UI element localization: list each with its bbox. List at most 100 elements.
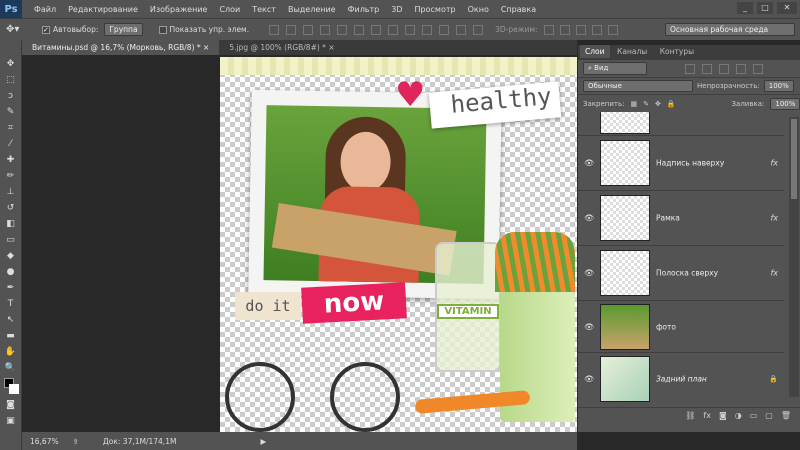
link-layers-icon[interactable]: ⛓: [685, 411, 695, 420]
3d-rotate-icon[interactable]: [543, 24, 554, 35]
type-tool-icon[interactable]: T: [4, 298, 18, 311]
menu-select[interactable]: Выделение: [282, 5, 342, 14]
filter-type-icon[interactable]: [719, 63, 729, 74]
layer-row[interactable]: 👁 Надпись наверху fx: [578, 135, 784, 190]
maximize-button[interactable]: □: [757, 2, 773, 14]
new-layer-icon[interactable]: ▢: [765, 411, 773, 420]
path-select-tool-icon[interactable]: ↖: [4, 314, 18, 327]
layer-row-top[interactable]: [578, 112, 784, 135]
visibility-eye-icon[interactable]: 👁: [584, 269, 594, 278]
screen-mode-icon[interactable]: ▣: [4, 415, 18, 428]
blur-tool-icon[interactable]: ◆: [4, 250, 18, 263]
quick-select-tool-icon[interactable]: ✎: [4, 106, 18, 119]
layers-scrollbar[interactable]: [789, 117, 799, 397]
lock-transparent-icon[interactable]: ▦: [630, 100, 637, 108]
menu-view[interactable]: Просмотр: [409, 5, 462, 14]
layer-row[interactable]: 👁 Полоска сверху fx: [578, 245, 784, 300]
align-left-icon[interactable]: [320, 24, 331, 35]
filter-smart-icon[interactable]: [753, 63, 763, 74]
fx-icon[interactable]: fx: [770, 159, 778, 168]
color-swatches[interactable]: [3, 378, 19, 396]
3d-scale-icon[interactable]: [607, 24, 618, 35]
menu-type[interactable]: Текст: [246, 5, 282, 14]
menu-file[interactable]: Файл: [28, 5, 62, 14]
autoselect-checkbox[interactable]: ✓ Автовыбор:: [42, 25, 98, 34]
history-brush-icon[interactable]: ↺: [4, 202, 18, 215]
distribute-right-icon[interactable]: [456, 24, 467, 35]
menu-edit[interactable]: Редактирование: [62, 5, 144, 14]
status-menu-arrow-icon[interactable]: ▶: [260, 437, 266, 446]
auto-align-icon[interactable]: [473, 24, 484, 35]
distribute-left-icon[interactable]: [422, 24, 433, 35]
lasso-tool-icon[interactable]: ↄ: [4, 90, 18, 103]
layer-row[interactable]: 👁 Задний план 🔒: [578, 352, 784, 405]
workspace-dropdown[interactable]: Основная рабочая среда: [665, 23, 795, 36]
menu-layers[interactable]: Слои: [213, 5, 246, 14]
new-group-icon[interactable]: ▭: [750, 411, 758, 420]
distribute-top-icon[interactable]: [371, 24, 382, 35]
zoom-tool-icon[interactable]: 🔍: [4, 362, 18, 375]
3d-drag-icon[interactable]: [575, 24, 586, 35]
align-bottom-icon[interactable]: [303, 24, 314, 35]
gradient-tool-icon[interactable]: ▭: [4, 234, 18, 247]
visibility-eye-icon[interactable]: 👁: [584, 322, 594, 331]
lock-pixels-icon[interactable]: ✎: [643, 100, 649, 108]
filter-shape-icon[interactable]: [736, 63, 746, 74]
tab-5jpg[interactable]: 5.jpg @ 100% (RGB/8#) * ×: [219, 40, 344, 55]
healing-tool-icon[interactable]: ✚: [4, 154, 18, 167]
delete-layer-icon[interactable]: 🗑: [781, 411, 791, 420]
add-style-icon[interactable]: fx: [703, 411, 711, 420]
crop-tool-icon[interactable]: ⌗: [4, 122, 18, 135]
distribute-bottom-icon[interactable]: [405, 24, 416, 35]
close-button[interactable]: ✕: [777, 2, 797, 14]
align-right-icon[interactable]: [354, 24, 365, 35]
visibility-eye-icon[interactable]: 👁: [584, 159, 594, 168]
adjustment-layer-icon[interactable]: ◑: [735, 411, 742, 420]
tab-vitamins[interactable]: Витамины.psd @ 16,7% (Морковь, RGB/8) * …: [22, 40, 220, 55]
3d-roll-icon[interactable]: [559, 24, 570, 35]
minimize-button[interactable]: _: [737, 2, 753, 14]
lock-position-icon[interactable]: ✥: [655, 100, 661, 108]
move-tool-icon[interactable]: ✥: [4, 58, 18, 71]
menu-filter[interactable]: Фильтр: [342, 5, 386, 14]
autoselect-dropdown[interactable]: Группа: [104, 23, 143, 36]
visibility-eye-icon[interactable]: 👁: [584, 214, 594, 223]
marquee-tool-icon[interactable]: ⬚: [4, 74, 18, 87]
visibility-eye-icon[interactable]: 👁: [584, 375, 594, 384]
pen-tool-icon[interactable]: ✒: [4, 282, 18, 295]
opacity-input[interactable]: 100%: [763, 80, 794, 92]
show-controls-checkbox[interactable]: Показать упр. элем.: [158, 25, 249, 34]
blend-mode-dropdown[interactable]: Обычные: [583, 80, 693, 92]
3d-slide-icon[interactable]: [591, 24, 602, 35]
filter-pixel-icon[interactable]: [685, 63, 695, 74]
tab-paths[interactable]: Контуры: [655, 45, 699, 58]
shape-tool-icon[interactable]: ▬: [4, 330, 18, 343]
fx-icon[interactable]: fx: [770, 269, 778, 278]
align-hcenter-icon[interactable]: [337, 24, 348, 35]
eyedropper-tool-icon[interactable]: ⁄: [4, 138, 18, 151]
move-tool-icon[interactable]: ✥▾: [6, 24, 36, 35]
menu-3d[interactable]: 3D: [385, 5, 408, 14]
filter-adjustment-icon[interactable]: [702, 63, 712, 74]
menu-help[interactable]: Справка: [495, 5, 542, 14]
tab-layers[interactable]: Слои: [580, 45, 610, 58]
hand-tool-icon[interactable]: ✋: [4, 346, 18, 359]
distribute-hcenter-icon[interactable]: [439, 24, 450, 35]
layer-row[interactable]: 👁 Рамка fx: [578, 190, 784, 245]
layer-row[interactable]: 👁 фото: [578, 300, 784, 352]
fill-input[interactable]: 100%: [770, 97, 800, 110]
tab-channels[interactable]: Каналы: [612, 45, 652, 58]
add-mask-icon[interactable]: ◙: [719, 411, 727, 420]
align-top-icon[interactable]: [269, 24, 280, 35]
tab-close-icon[interactable]: ×: [203, 43, 209, 52]
fx-icon[interactable]: fx: [770, 214, 778, 223]
brush-tool-icon[interactable]: ✏: [4, 170, 18, 183]
eraser-tool-icon[interactable]: ◧: [4, 218, 18, 231]
menu-image[interactable]: Изображение: [144, 5, 214, 14]
zoom-level[interactable]: 16,67%: [30, 437, 59, 446]
document-canvas[interactable]: ♥ healthy do it now VITAMIN: [220, 57, 597, 432]
lock-all-icon[interactable]: 🔒: [667, 100, 676, 108]
quick-mask-icon[interactable]: ◙: [4, 399, 18, 412]
align-vcenter-icon[interactable]: [286, 24, 297, 35]
dodge-tool-icon[interactable]: ●: [4, 266, 18, 279]
